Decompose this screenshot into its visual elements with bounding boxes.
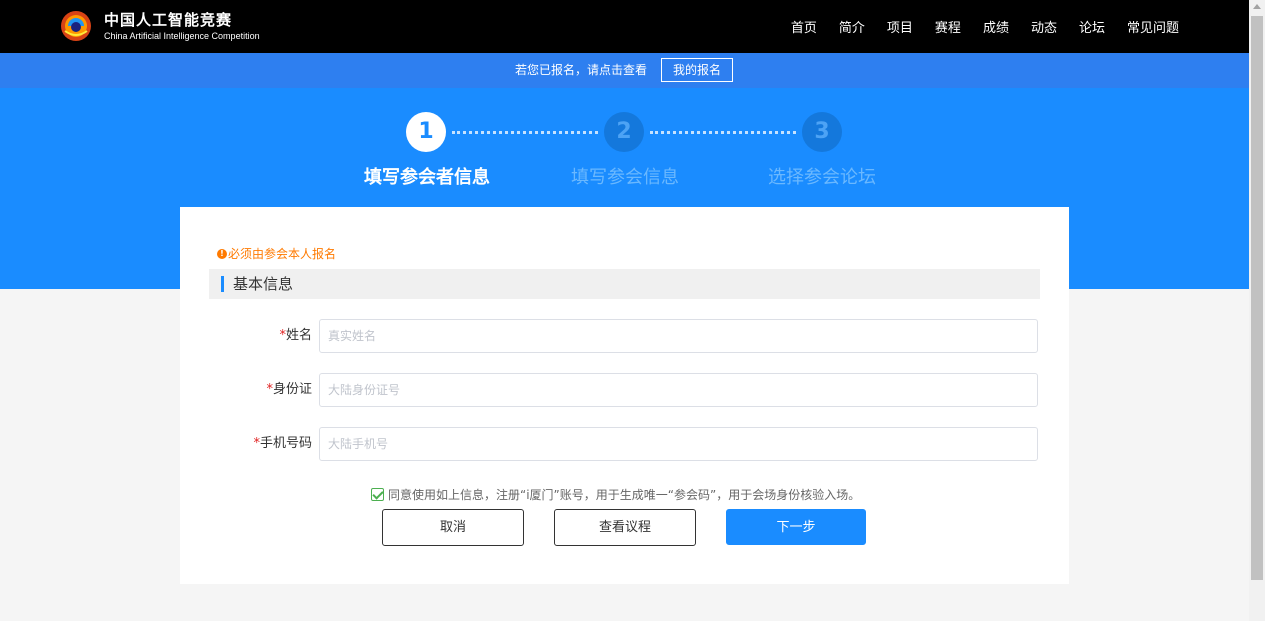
step-connector xyxy=(452,131,598,134)
phone-label-text: 手机号码 xyxy=(259,436,312,451)
name-label-text: 姓名 xyxy=(285,328,312,343)
scroll-up-arrow-icon[interactable] xyxy=(1253,4,1261,9)
agreement-row: 同意使用如上信息，注册“i厦门”账号，用于生成唯一“参会码”，用于会场身份核验入… xyxy=(371,486,860,503)
name-input[interactable] xyxy=(319,319,1038,353)
logo-title: 中国人工智能竞赛 xyxy=(104,11,233,29)
agreement-checkbox[interactable] xyxy=(371,488,384,501)
nav-home[interactable]: 首页 xyxy=(791,17,817,36)
agreement-text: 同意使用如上信息，注册“i厦门”账号，用于生成唯一“参会码”，用于会场身份核验入… xyxy=(388,488,861,502)
phone-label: *手机号码 xyxy=(212,427,312,461)
step-1-label: 填写参会者信息 xyxy=(364,167,490,188)
step-connector xyxy=(650,131,796,134)
section-header: 基本信息 xyxy=(209,269,1040,299)
nav-news[interactable]: 动态 xyxy=(1031,17,1057,36)
my-registration-button[interactable]: 我的报名 xyxy=(661,58,733,82)
top-navbar: 中国人工智能竞赛 China Artificial Intelligence C… xyxy=(0,0,1249,53)
logo-icon[interactable] xyxy=(59,9,93,43)
section-accent-bar xyxy=(221,276,224,292)
cancel-button[interactable]: 取消 xyxy=(382,509,524,546)
logo-subtitle: China Artificial Intelligence Competitio… xyxy=(104,31,260,41)
section-title: 基本信息 xyxy=(233,275,294,293)
id-card-label: *身份证 xyxy=(212,373,312,407)
scrollbar-thumb[interactable] xyxy=(1251,16,1263,580)
registration-form-card: ! 必须由参会本人报名 基本信息 *姓名 *身份证 *手机号码 同意使用如上信息… xyxy=(180,207,1069,584)
name-label: *姓名 xyxy=(212,319,312,353)
nav-schedule[interactable]: 赛程 xyxy=(935,17,961,36)
notice-text: 若您已报名，请点击查看 xyxy=(515,63,648,77)
step-3-circle: 3 xyxy=(802,112,842,152)
view-agenda-button[interactable]: 查看议程 xyxy=(554,509,696,546)
warning-text: 必须由参会本人报名 xyxy=(228,247,337,261)
step-2-label: 填写参会信息 xyxy=(571,167,679,188)
warning-message: ! 必须由参会本人报名 xyxy=(217,245,336,262)
phone-input[interactable] xyxy=(319,427,1038,461)
vertical-scrollbar[interactable] xyxy=(1249,0,1265,621)
nav-faq[interactable]: 常见问题 xyxy=(1127,17,1179,36)
main-nav: 首页 简介 项目 赛程 成绩 动态 论坛 常见问题 xyxy=(791,0,1179,53)
step-2-circle: 2 xyxy=(604,112,644,152)
notice-bar: 若您已报名，请点击查看 我的报名 xyxy=(0,53,1249,88)
step-3-label: 选择参会论坛 xyxy=(768,167,876,188)
nav-results[interactable]: 成绩 xyxy=(983,17,1009,36)
nav-intro[interactable]: 简介 xyxy=(839,17,865,36)
nav-forum[interactable]: 论坛 xyxy=(1079,17,1105,36)
warning-icon: ! xyxy=(217,248,227,259)
nav-projects[interactable]: 项目 xyxy=(887,17,913,36)
id-card-input[interactable] xyxy=(319,373,1038,407)
next-step-button[interactable]: 下一步 xyxy=(726,509,866,545)
id-card-label-text: 身份证 xyxy=(272,382,312,397)
step-1-circle: 1 xyxy=(406,112,446,152)
